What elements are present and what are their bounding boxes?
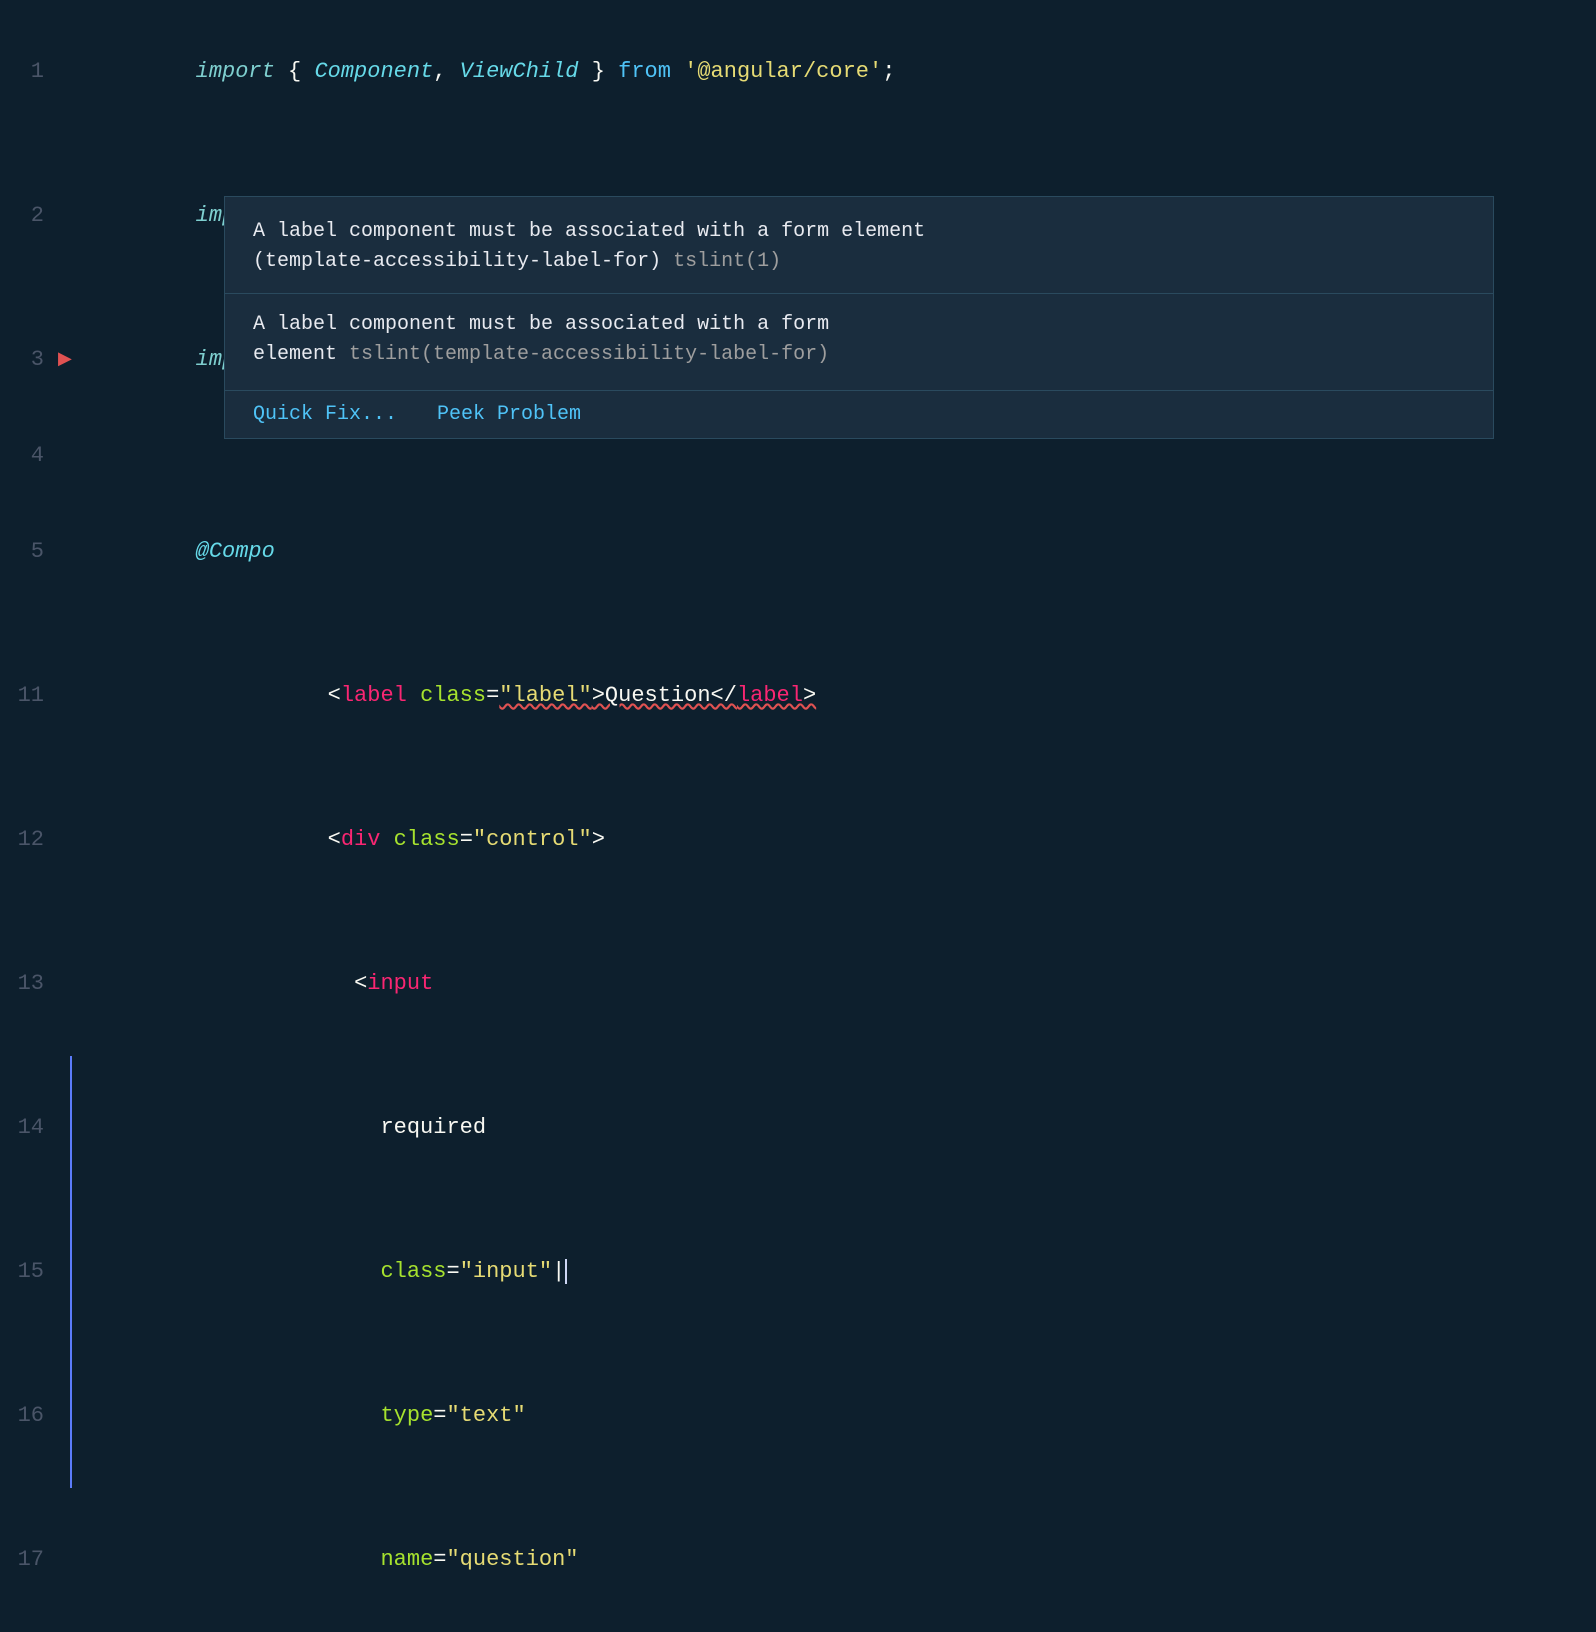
- tooltip-message-2: A label component must be associated wit…: [225, 294, 1493, 391]
- line-number-4: 4: [0, 432, 60, 480]
- tooltip-msg-line2-1: (template-accessibility-label-for): [253, 250, 661, 273]
- code-line-14: 14 required: [0, 1056, 1596, 1200]
- line-number-13: 13: [0, 960, 60, 1008]
- code-line-17: 17 name="question": [0, 1488, 1596, 1632]
- code-line-16: 16 type="text": [0, 1344, 1596, 1488]
- line-number-12: 12: [0, 816, 60, 864]
- token-import-1: import: [196, 59, 275, 84]
- tooltip-msg-text-1: A label component must be associated wit…: [253, 217, 1465, 277]
- code-line-11: 11 <label class="label">Question</label>: [0, 624, 1596, 768]
- quick-fix-button[interactable]: Quick Fix...: [253, 403, 397, 426]
- line-content-13: <input: [70, 912, 433, 1056]
- line-content-5: @Compo: [70, 480, 275, 624]
- left-border-14: [70, 1056, 72, 1200]
- tooltip-msg-line2-2: element: [253, 343, 337, 366]
- line-number-17: 17: [0, 1536, 60, 1584]
- tooltip-msg-line1-2: A label component must be associated wit…: [253, 313, 829, 336]
- line-content-12: <div class="control">: [70, 768, 605, 912]
- line-number-11: 11: [0, 672, 60, 720]
- line-content-1: import { Component, ViewChild } from '@a…: [70, 0, 895, 144]
- code-area: 1 import { Component, ViewChild } from '…: [0, 0, 1596, 1632]
- line-number-5: 5: [0, 528, 60, 576]
- tooltip-actions: Quick Fix... Peek Problem: [225, 391, 1493, 438]
- peek-problem-button[interactable]: Peek Problem: [437, 403, 581, 426]
- code-line-15: 15 class="input"|: [0, 1200, 1596, 1344]
- line-content-15: class="input"|: [70, 1200, 567, 1344]
- code-line-12: 12 <div class="control">: [0, 768, 1596, 912]
- line-content-16: type="text": [70, 1344, 526, 1488]
- line-content-11: <label class="label">Question</label>: [70, 624, 816, 768]
- arrow-icon: ▶: [58, 336, 72, 384]
- left-border-15: [70, 1200, 72, 1344]
- tooltip-msg-text-2: A label component must be associated wit…: [253, 310, 1465, 370]
- code-line-1: 1 import { Component, ViewChild } from '…: [0, 0, 1596, 144]
- tooltip-popup: A label component must be associated wit…: [224, 196, 1494, 439]
- left-border-16: [70, 1344, 72, 1488]
- line-number-3: 3: [0, 336, 60, 384]
- line-number-14: 14: [0, 1104, 60, 1152]
- line-number-15: 15: [0, 1248, 60, 1296]
- tooltip-msg-line1-1: A label component must be associated wit…: [253, 220, 925, 243]
- tooltip-message-1: A label component must be associated wit…: [225, 197, 1493, 294]
- line-number-2: 2: [0, 192, 60, 240]
- code-line-4: 4: [0, 432, 1596, 480]
- line-content-17: name="question": [70, 1488, 579, 1632]
- tooltip-tslint-2: tslint(template-accessibility-label-for): [337, 343, 829, 366]
- line-content-14: required: [70, 1056, 486, 1200]
- editor-container: 1 import { Component, ViewChild } from '…: [0, 0, 1596, 864]
- tooltip-tslint-1: tslint(1): [661, 250, 781, 273]
- line-number-1: 1: [0, 48, 60, 96]
- code-line-13: 13 <input: [0, 912, 1596, 1056]
- code-line-5: 5 @Compo: [0, 480, 1596, 624]
- line-number-16: 16: [0, 1392, 60, 1440]
